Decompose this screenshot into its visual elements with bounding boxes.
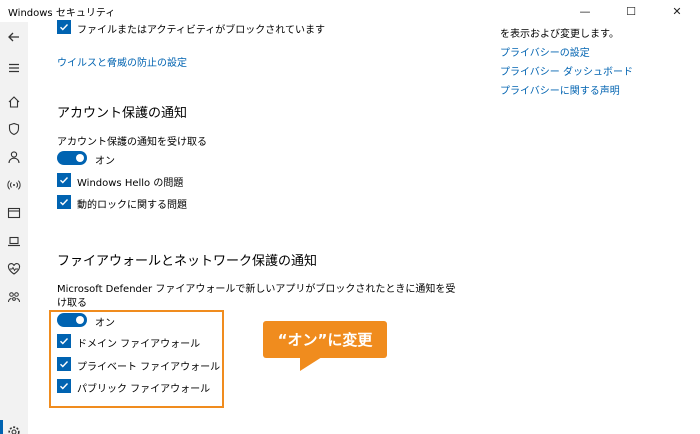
app-browser-icon[interactable] [0, 202, 28, 224]
app-title: Windows セキュリティ [8, 8, 116, 19]
blocked-activity-label: ファイルまたはアクティビティがブロックされています [77, 25, 325, 36]
privacy-description: を表示および変更します。 [500, 29, 619, 40]
laptop-icon[interactable] [0, 230, 28, 252]
annotation-callout-tail [300, 357, 322, 371]
gear-icon[interactable] [0, 421, 28, 434]
title-bar: Windows セキュリティ — ☐ ✕ [0, 0, 700, 22]
person-icon[interactable] [0, 146, 28, 168]
firewall-description-line2: け取る [57, 298, 87, 309]
hamburger-menu-icon[interactable] [0, 57, 28, 79]
shield-icon[interactable] [0, 118, 28, 140]
privacy-statement-link[interactable]: プライバシーに関する声明 [500, 82, 620, 97]
highlight-box [49, 310, 224, 408]
close-button[interactable]: ✕ [654, 0, 700, 22]
home-icon[interactable] [0, 91, 28, 113]
account-protection-receive-label: アカウント保護の通知を受け取る [57, 137, 207, 148]
maximize-button[interactable]: ☐ [608, 0, 654, 22]
windows-hello-label: Windows Hello の問題 [77, 178, 184, 189]
windows-hello-checkbox[interactable] [57, 173, 71, 187]
wireless-icon[interactable] [0, 174, 28, 196]
annotation-callout-text: “オン”に変更 [277, 331, 373, 349]
annotation-callout: “オン”に変更 [263, 321, 387, 358]
family-icon[interactable] [0, 286, 28, 308]
dynamic-lock-checkbox[interactable] [57, 195, 71, 209]
dynamic-lock-label: 動的ロックに関する問題 [77, 200, 187, 211]
minimize-button[interactable]: — [562, 0, 608, 22]
account-protection-toggle-state: オン [95, 156, 115, 167]
sidebar [0, 22, 28, 434]
firewall-description-line1: Microsoft Defender ファイアウォールで新しいアプリがブロックさ… [57, 284, 456, 295]
account-protection-heading: アカウント保護の通知 [57, 106, 188, 121]
virus-threat-settings-link[interactable]: ウイルスと脅威の防止の設定 [57, 54, 187, 69]
firewall-notification-heading: ファイアウォールとネットワーク保護の通知 [57, 254, 318, 269]
heart-icon[interactable] [0, 258, 28, 280]
privacy-dashboard-link[interactable]: プライバシー ダッシュボード [500, 63, 633, 78]
account-protection-toggle[interactable] [57, 151, 87, 165]
back-arrow-icon[interactable] [0, 26, 28, 48]
blocked-activity-checkbox[interactable] [57, 20, 71, 34]
privacy-settings-link[interactable]: プライバシーの設定 [500, 44, 590, 59]
